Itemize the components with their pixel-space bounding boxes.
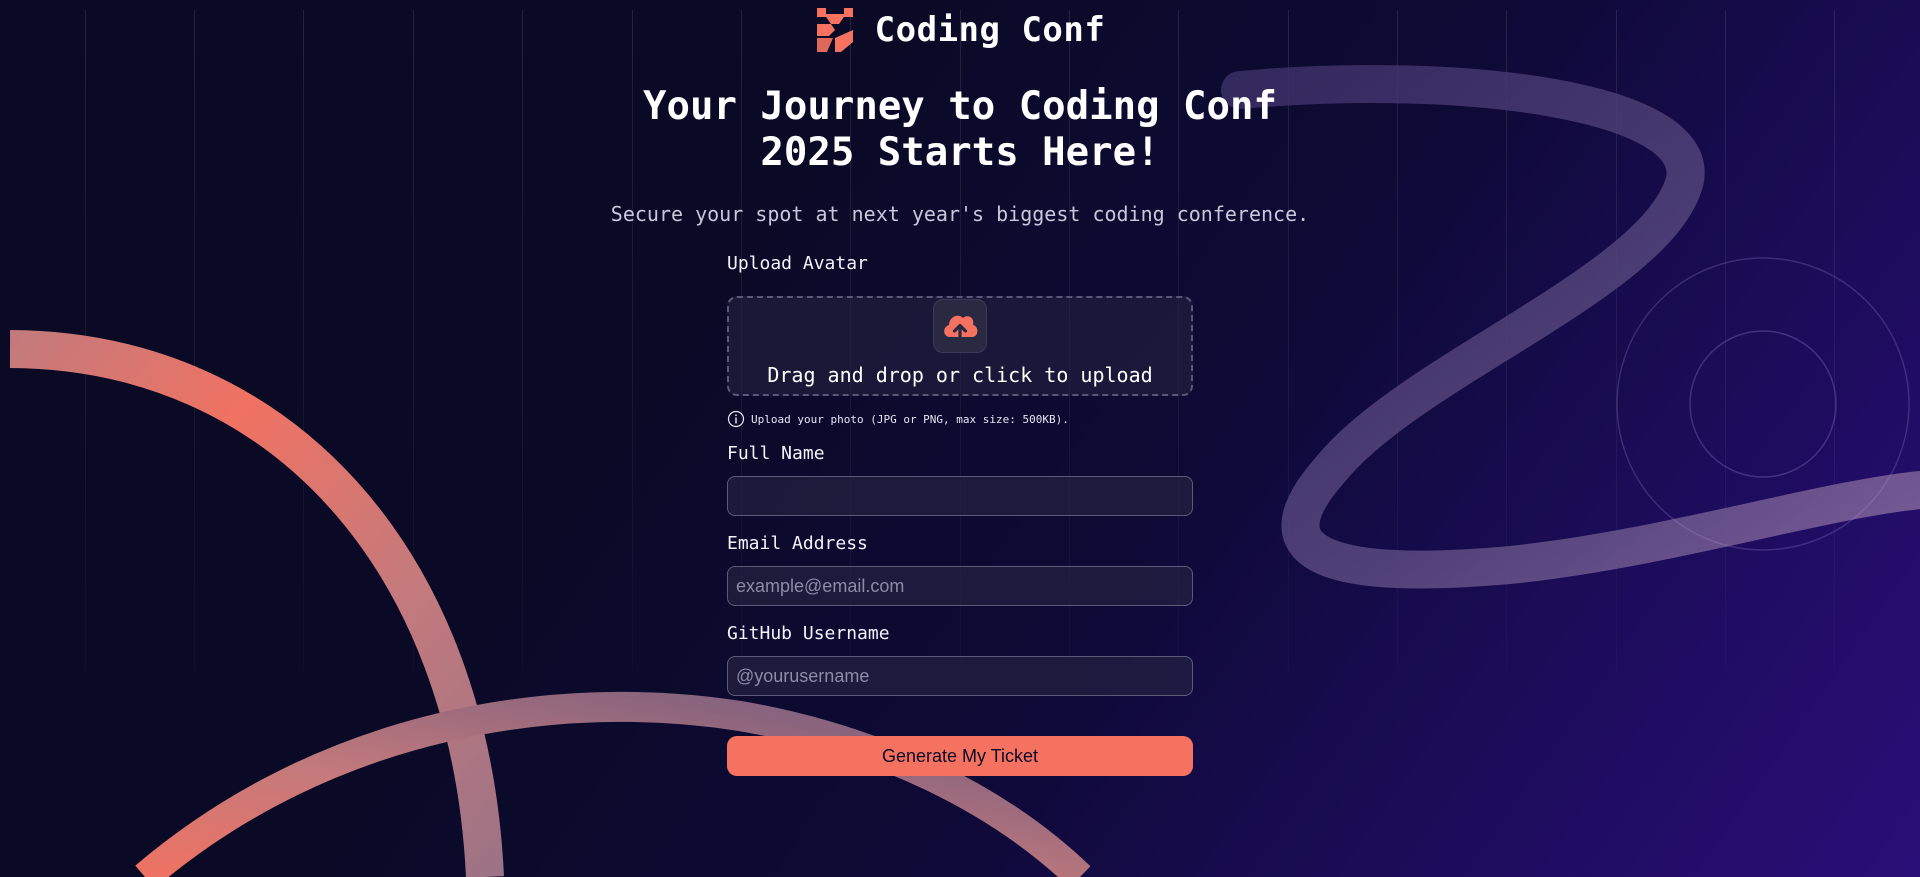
page-content: Coding Conf Your Journey to Coding Conf … <box>0 0 1920 877</box>
full-name-label: Full Name <box>727 443 825 464</box>
generate-ticket-button[interactable]: Generate My Ticket <box>727 736 1193 776</box>
brand-name: Coding Conf <box>874 10 1106 50</box>
coding-conf-logo-icon <box>816 8 853 52</box>
email-group: Email Address <box>727 532 1193 606</box>
brand-logo: Coding Conf <box>0 8 1920 52</box>
email-input[interactable] <box>727 566 1193 606</box>
github-username-input[interactable] <box>727 656 1193 696</box>
page-title-line-1: Your Journey to Coding Conf <box>643 84 1277 129</box>
avatar-dropzone[interactable]: Drag and drop or click to upload <box>727 296 1193 396</box>
ticket-form: Upload Avatar Drag and drop or click to … <box>727 252 1193 776</box>
github-username-label: GitHub Username <box>727 623 890 644</box>
full-name-group: Full Name <box>727 442 1193 516</box>
full-name-input[interactable] <box>727 476 1193 516</box>
page-title: Your Journey to Coding Conf 2025 Starts … <box>560 84 1360 176</box>
page-subtitle: Secure your spot at next year's biggest … <box>610 202 1310 226</box>
email-label: Email Address <box>727 533 868 554</box>
page-title-line-2: 2025 Starts Here! <box>760 130 1160 175</box>
avatar-upload-label: Upload Avatar <box>727 253 868 274</box>
info-icon <box>727 410 745 428</box>
github-group: GitHub Username <box>727 622 1193 696</box>
avatar-hint-text: Upload your photo (JPG or PNG, max size:… <box>751 412 1069 426</box>
avatar-upload-hint: Upload your photo (JPG or PNG, max size:… <box>727 410 1193 428</box>
dropzone-text: Drag and drop or click to upload <box>767 363 1153 387</box>
upload-icon-box <box>933 299 987 353</box>
cloud-upload-icon <box>944 315 978 343</box>
